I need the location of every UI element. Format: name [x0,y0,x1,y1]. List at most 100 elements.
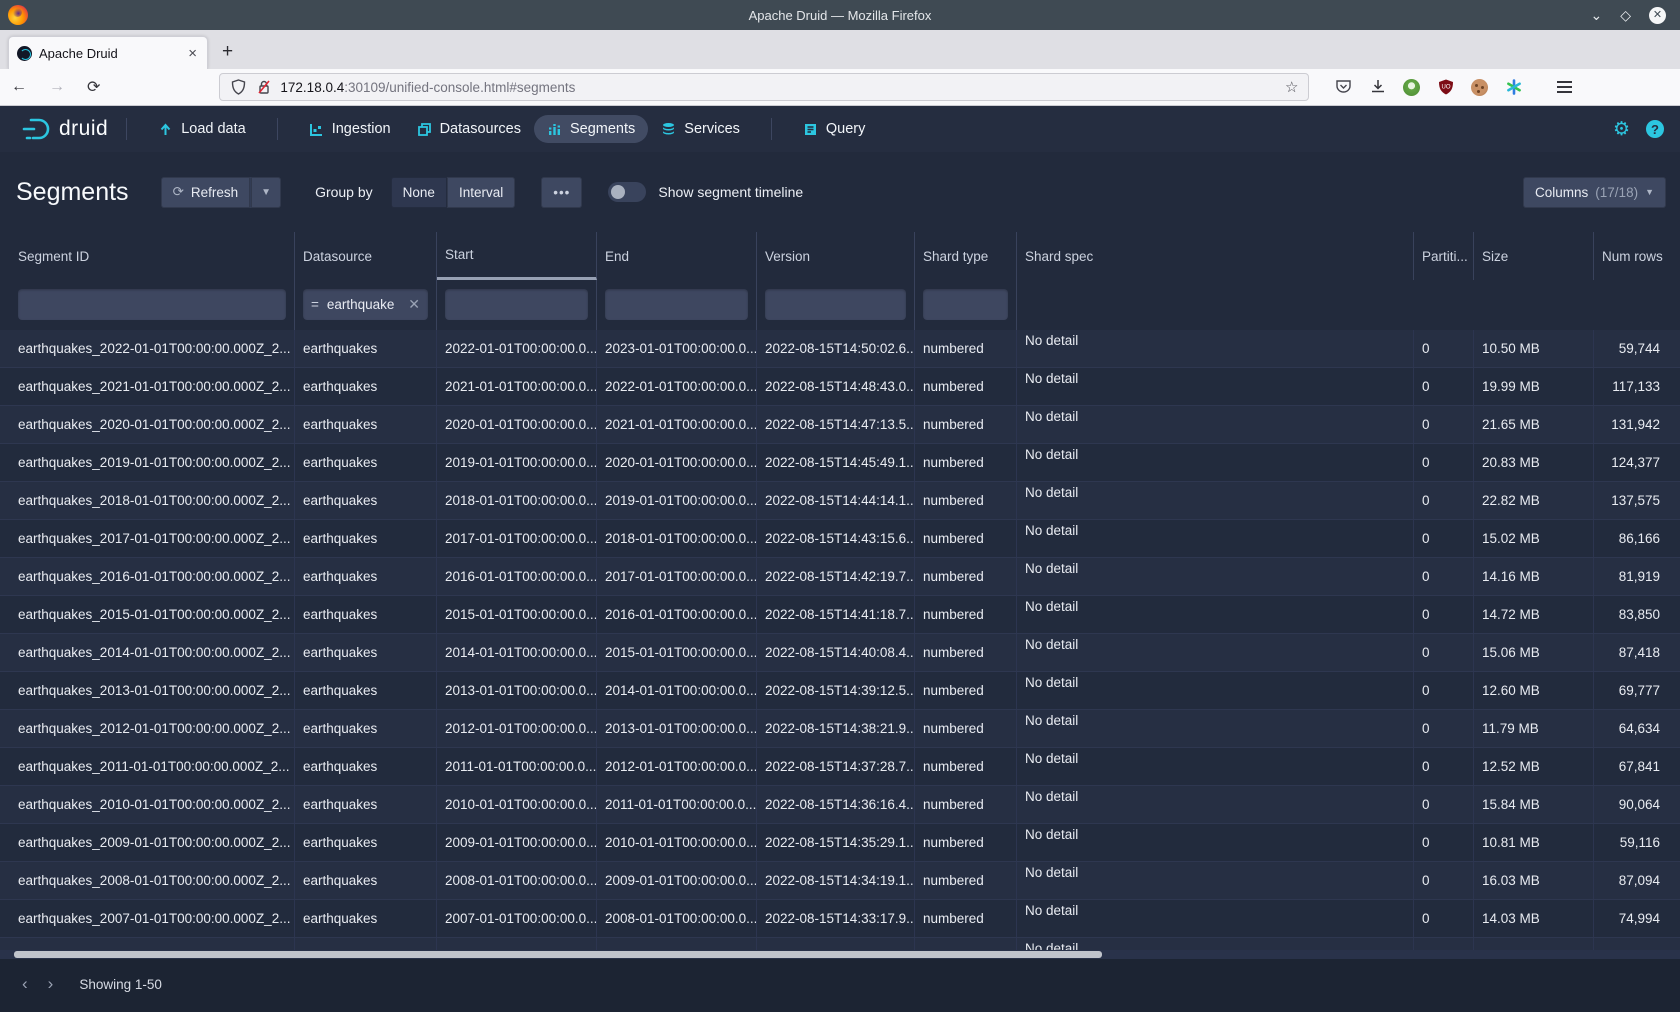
cell-end[interactable]: 2019-01-01T00:00:00.0... [597,482,757,519]
column-header-num-rows[interactable]: Num rows [1594,232,1680,280]
cell-start[interactable]: 2009-01-01T00:00:00.0... [437,824,597,861]
cell-datasource[interactable]: earthquakes [295,558,437,595]
cell-datasource[interactable]: earthquakes [295,862,437,899]
table-row[interactable]: earthquakes_2010-01-01T00:00:00.000Z_2..… [0,786,1680,824]
cell-shard-type[interactable]: numbered [915,748,1017,785]
cell-datasource[interactable]: earthquakes [295,330,437,367]
cell-end[interactable]: 2012-01-01T00:00:00.0... [597,748,757,785]
cell-partitions[interactable]: 0 [1414,634,1474,671]
table-row[interactable]: earthquakes_2009-01-01T00:00:00.000Z_2..… [0,824,1680,862]
cell-end[interactable]: 2018-01-01T00:00:00.0... [597,520,757,557]
cell-shard-type[interactable]: numbered [915,900,1017,937]
cell-shard-spec[interactable]: No detail [1017,824,1414,861]
cell-shard-type[interactable]: numbered [915,596,1017,633]
tab-close-icon[interactable]: × [186,45,199,62]
cell-datasource[interactable]: earthquakes [295,634,437,671]
cell-version[interactable]: 2022-08-15T14:47:13.5... [757,406,915,443]
cell-end[interactable]: 2008-01-01T00:00:00.0... [597,900,757,937]
cell-version[interactable]: 2022-08-15T14:38:21.9... [757,710,915,747]
cell-partitions[interactable]: 0 [1414,672,1474,709]
table-row[interactable]: earthquakes_2013-01-01T00:00:00.000Z_2..… [0,672,1680,710]
cell-size[interactable]: 15.02 MB [1474,520,1594,557]
cell-shard-type[interactable]: numbered [915,368,1017,405]
cell-partitions[interactable]: 0 [1414,444,1474,481]
cell-partitions[interactable]: 0 [1414,862,1474,899]
window-minimize-icon[interactable]: ⌄ [1590,8,1602,22]
cell-shard-spec[interactable]: No detail [1017,596,1414,633]
cell-segment-id[interactable]: earthquakes_2020-01-01T00:00:00.000Z_2..… [10,406,295,443]
cell-size[interactable]: 21.65 MB [1474,406,1594,443]
cell-start[interactable]: 2008-01-01T00:00:00.0... [437,862,597,899]
cell-shard-type[interactable]: numbered [915,520,1017,557]
cell-shard-spec[interactable]: No detail [1017,710,1414,747]
refresh-interval-dropdown[interactable]: ▼ [250,177,281,208]
shield-icon[interactable] [230,79,247,96]
cell-version[interactable]: 2022-08-15T14:44:14.1... [757,482,915,519]
cell-segment-id[interactable]: earthquakes_2010-01-01T00:00:00.000Z_2..… [10,786,295,823]
cell-segment-id[interactable]: earthquakes_2022-01-01T00:00:00.000Z_2..… [10,330,295,367]
table-row[interactable]: earthquakes_2015-01-01T00:00:00.000Z_2..… [0,596,1680,634]
cell-version[interactable]: 2022-08-15T14:45:49.1... [757,444,915,481]
cell-datasource[interactable]: earthquakes [295,444,437,481]
cell-start[interactable]: 2020-01-01T00:00:00.0... [437,406,597,443]
column-header-shard-spec[interactable]: Shard spec [1017,232,1414,280]
cell-end[interactable]: 2010-01-01T00:00:00.0... [597,824,757,861]
cell-num-rows[interactable]: 81,919 [1594,558,1680,595]
cell-segment-id[interactable]: earthquakes_2011-01-01T00:00:00.000Z_2..… [10,748,295,785]
cell-start[interactable]: 2012-01-01T00:00:00.0... [437,710,597,747]
table-row[interactable]: earthquakes_2022-01-01T00:00:00.000Z_2..… [0,330,1680,368]
cell-datasource[interactable]: earthquakes [295,368,437,405]
nav-item-ingestion[interactable]: Ingestion [296,115,404,143]
cell-start[interactable]: 2007-01-01T00:00:00.0... [437,900,597,937]
column-header-segment-id[interactable]: Segment ID [10,232,295,280]
extension-privacy-icon[interactable] [1403,79,1420,96]
nav-item-services[interactable]: Services [648,115,753,143]
lock-insecure-icon[interactable] [255,79,272,96]
cell-version[interactable]: 2022-08-15T14:33:17.9... [757,900,915,937]
ublock-origin-icon[interactable]: UO [1437,79,1454,96]
cell-start[interactable]: 2022-01-01T00:00:00.0... [437,330,597,367]
cell-num-rows[interactable]: 59,744 [1594,330,1680,367]
cell-datasource[interactable]: earthquakes [295,596,437,633]
cookie-extension-icon[interactable] [1471,79,1488,96]
cell-version[interactable]: 2022-08-15T14:34:19.1... [757,862,915,899]
cell-version[interactable]: 2022-08-15T14:37:28.7... [757,748,915,785]
menu-icon[interactable] [1557,81,1572,93]
cell-num-rows[interactable]: 90,064 [1594,786,1680,823]
cell-shard-type[interactable]: numbered [915,482,1017,519]
table-row[interactable]: earthquakes_2012-01-01T00:00:00.000Z_2..… [0,710,1680,748]
table-row[interactable]: earthquakes_2011-01-01T00:00:00.000Z_2..… [0,748,1680,786]
cell-end[interactable]: 2015-01-01T00:00:00.0... [597,634,757,671]
cell-datasource[interactable]: earthquakes [295,520,437,557]
cell-end[interactable]: 2022-01-01T00:00:00.0... [597,368,757,405]
group-by-none-button[interactable]: None [391,177,447,208]
cell-shard-spec[interactable]: No detail [1017,862,1414,899]
cell-num-rows[interactable]: 64,634 [1594,710,1680,747]
cell-num-rows[interactable]: 117,133 [1594,368,1680,405]
cell-version[interactable]: 2022-08-15T14:42:19.7... [757,558,915,595]
browser-tab[interactable]: Apache Druid × [8,36,208,69]
table-row[interactable]: earthquakes_2007-01-01T00:00:00.000Z_2..… [0,900,1680,938]
cell-segment-id[interactable]: earthquakes_2018-01-01T00:00:00.000Z_2..… [10,482,295,519]
scrollbar-thumb[interactable] [14,951,1102,958]
cell-end[interactable]: 2016-01-01T00:00:00.0... [597,596,757,633]
cell-shard-type[interactable]: numbered [915,330,1017,367]
nav-item-load-data[interactable]: Load data [145,115,259,143]
table-row[interactable]: earthquakes_2017-01-01T00:00:00.000Z_2..… [0,520,1680,558]
datasource-filter-input[interactable]: = earthquake ✕ [303,289,428,320]
cell-end[interactable]: 2017-01-01T00:00:00.0... [597,558,757,595]
cell-version[interactable]: 2022-08-15T14:36:16.4... [757,786,915,823]
cell-num-rows[interactable]: 67,841 [1594,748,1680,785]
cell-partitions[interactable]: 0 [1414,824,1474,861]
cell-shard-type[interactable]: numbered [915,558,1017,595]
cell-shard-spec[interactable]: No detail [1017,558,1414,595]
cell-size[interactable]: 22.82 MB [1474,482,1594,519]
column-header-partitions[interactable]: Partiti... [1414,232,1474,280]
cell-shard-spec[interactable]: No detail [1017,634,1414,671]
cell-size[interactable]: 10.81 MB [1474,824,1594,861]
cell-size[interactable]: 16.03 MB [1474,862,1594,899]
cell-start[interactable]: 2014-01-01T00:00:00.0... [437,634,597,671]
colorful-extension-icon[interactable] [1505,79,1522,96]
table-row[interactable]: earthquakes_2008-01-01T00:00:00.000Z_2..… [0,862,1680,900]
cell-version[interactable]: 2022-08-15T14:39:12.5... [757,672,915,709]
